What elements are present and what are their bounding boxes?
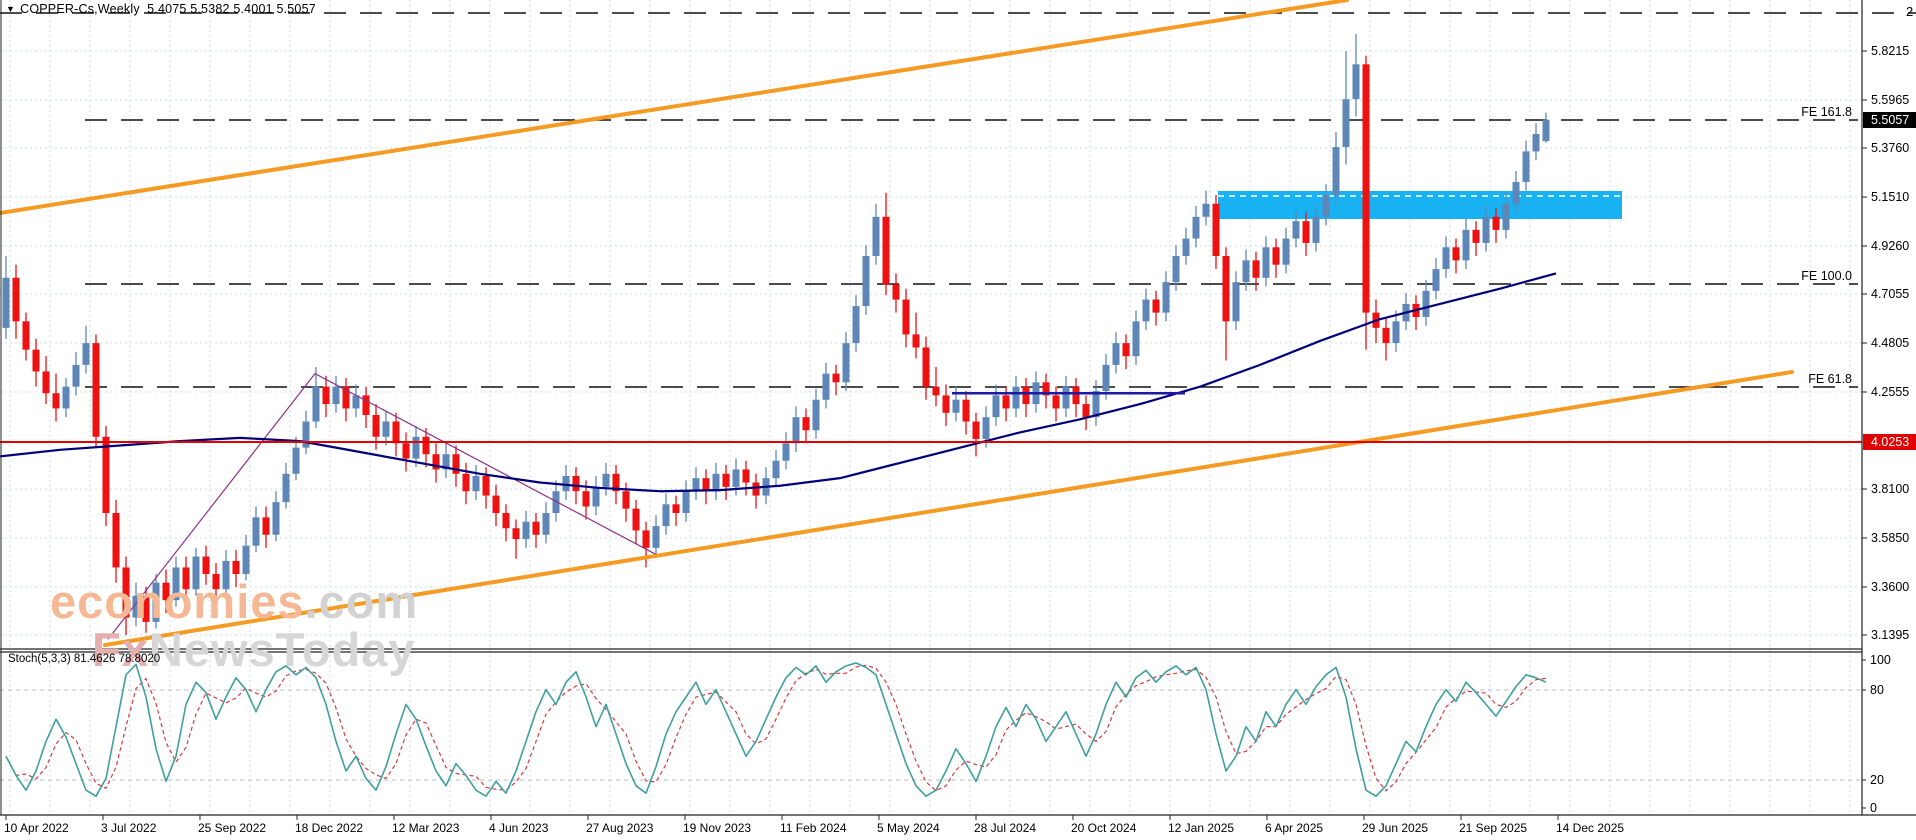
ohlc-values-label: 5.4075 5.5382 5.4001 5.5057	[147, 2, 316, 16]
candles-layer	[3, 34, 1550, 635]
svg-text:4.2555: 4.2555	[1871, 385, 1909, 399]
svg-text:5.5057: 5.5057	[1871, 113, 1909, 127]
stochastic-indicator-label: Stoch(5,3,3) 81.4626 78.8020	[8, 653, 160, 665]
svg-text:11 Feb 2024: 11 Feb 2024	[780, 821, 847, 835]
stoch-signal-line	[6, 665, 1546, 790]
symbol-timeframe-label: COPPER-Cs,Weekly	[20, 2, 140, 16]
svg-text:3.3600: 3.3600	[1871, 580, 1909, 594]
svg-text:4.4805: 4.4805	[1871, 336, 1909, 350]
stoch-main-line	[6, 663, 1546, 796]
svg-text:10 Apr 2022: 10 Apr 2022	[4, 821, 69, 835]
svg-text:12 Mar 2023: 12 Mar 2023	[392, 821, 460, 835]
svg-text:6 Apr 2025: 6 Apr 2025	[1265, 821, 1323, 835]
svg-text:25 Sep 2022: 25 Sep 2022	[198, 821, 266, 835]
svg-text:5 May 2024: 5 May 2024	[877, 821, 940, 835]
svg-text:4.0253: 4.0253	[1871, 435, 1909, 449]
svg-text:FE 100.0: FE 100.0	[1801, 269, 1852, 283]
svg-text:3.1395: 3.1395	[1871, 628, 1909, 642]
svg-text:FE 61.8: FE 61.8	[1808, 372, 1852, 386]
chart-title: ▼ COPPER-Cs,Weekly 5.4075 5.5382 5.4001 5…	[6, 2, 316, 16]
moving-average-line	[0, 273, 1556, 491]
svg-text:3.5850: 3.5850	[1871, 531, 1909, 545]
stoch-axis: 100 80 20 0	[1862, 653, 1891, 815]
svg-text:21 Sep 2025: 21 Sep 2025	[1459, 821, 1527, 835]
resistance-zone-rect[interactable]	[1218, 191, 1622, 219]
trading-chart-window: 5.8215 5.5965 5.3760 5.1510 4.9260 4.7055 4.48…	[0, 0, 1916, 840]
svg-text:FE 161.8: FE 161.8	[1801, 105, 1852, 119]
svg-text:5.5965: 5.5965	[1871, 93, 1909, 107]
svg-text:19 Nov 2023: 19 Nov 2023	[683, 821, 751, 835]
svg-text:27 Aug 2023: 27 Aug 2023	[586, 821, 654, 835]
price-axis[interactable]: 5.8215 5.5965 5.3760 5.1510 4.9260 4.7055 4.48…	[1862, 4, 1913, 642]
svg-text:20 Oct 2024: 20 Oct 2024	[1071, 821, 1137, 835]
svg-text:5.3760: 5.3760	[1871, 141, 1909, 155]
svg-text:0: 0	[1870, 801, 1877, 815]
svg-text:4.7055: 4.7055	[1871, 287, 1909, 301]
svg-text:5.8215: 5.8215	[1871, 44, 1909, 58]
svg-text:80: 80	[1870, 683, 1884, 697]
svg-text:3 Jul 2022: 3 Jul 2022	[101, 821, 157, 835]
fibonacci-expansion-lines[interactable]	[0, 13, 1916, 387]
svg-text:3.8100: 3.8100	[1871, 482, 1909, 496]
svg-text:14 Dec 2025: 14 Dec 2025	[1556, 821, 1624, 835]
chart-canvas[interactable]: 5.8215 5.5965 5.3760 5.1510 4.9260 4.7055 4.48…	[0, 0, 1916, 840]
svg-text:28 Jul 2024: 28 Jul 2024	[974, 821, 1036, 835]
trend-channel-lines[interactable]	[0, 0, 1792, 645]
svg-text:100: 100	[1870, 653, 1891, 667]
svg-text:4 Jun 2023: 4 Jun 2023	[489, 821, 549, 835]
stochastic-panel[interactable]	[0, 663, 1862, 796]
svg-text:18 Dec 2022: 18 Dec 2022	[295, 821, 363, 835]
svg-text:20: 20	[1870, 773, 1884, 787]
svg-text:12 Jan 2025: 12 Jan 2025	[1168, 821, 1234, 835]
chart-menu-dropdown-icon[interactable]: ▼	[6, 4, 15, 14]
svg-text:29 Jun 2025: 29 Jun 2025	[1362, 821, 1428, 835]
top-level-label: 2	[1906, 4, 1913, 19]
last-price-tag: 5.5057	[1863, 112, 1916, 128]
date-axis[interactable]: 10 Apr 2022 3 Jul 2022 25 Sep 2022 18 Dec 2…	[4, 815, 1624, 835]
svg-text:4.9260: 4.9260	[1871, 239, 1909, 253]
svg-text:5.1510: 5.1510	[1871, 190, 1909, 204]
line-price-tag: 4.0253	[1863, 434, 1916, 450]
